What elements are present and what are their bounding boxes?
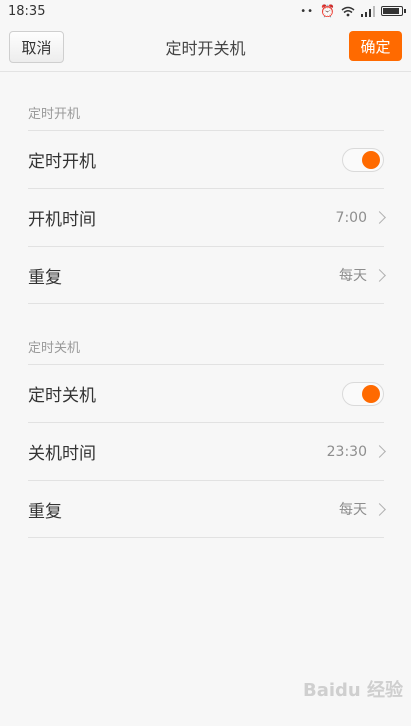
status-bar: 18:35 •• ⏰ <box>0 0 411 22</box>
toggle-knob <box>362 384 380 403</box>
section-header-power-on: 定时开机 <box>28 107 81 122</box>
chevron-right-icon <box>373 502 386 516</box>
page-title: 定时开关机 <box>165 38 246 58</box>
wifi-icon <box>341 6 355 16</box>
watermark-logo: Baidu 经验 <box>302 680 403 701</box>
row-value-group: 每天 <box>339 499 386 519</box>
row-value-group: 23:30 <box>326 443 386 460</box>
row-label: 定时关机 <box>28 386 96 406</box>
header-bar: 取消 定时开关机 确定 <box>0 22 411 72</box>
row-power-on-repeat[interactable]: 重复 每天 <box>28 246 386 304</box>
power-off-time-value: 23:30 <box>326 443 367 460</box>
row-label: 重复 <box>28 267 62 288</box>
power-on-time-value: 7:00 <box>335 209 367 226</box>
row-power-off-repeat[interactable]: 重复 每天 <box>28 480 386 538</box>
row-power-on-toggle[interactable]: 定时开机 <box>28 130 384 188</box>
chevron-right-icon <box>373 445 386 458</box>
row-power-off-toggle[interactable]: 定时关机 <box>28 364 384 422</box>
row-label: 定时开机 <box>28 152 96 172</box>
row-power-on-time[interactable]: 开机时间 7:00 <box>28 188 386 246</box>
row-value-group: 每天 <box>339 265 386 285</box>
power-off-repeat-value: 每天 <box>339 502 367 518</box>
signal-icon <box>361 5 375 17</box>
power-off-toggle[interactable] <box>342 381 384 406</box>
row-label: 关机时间 <box>28 444 96 464</box>
chevron-right-icon <box>373 211 386 224</box>
row-value-group: 7:00 <box>335 209 386 226</box>
battery-icon <box>381 6 406 16</box>
toggle-knob <box>362 150 380 169</box>
power-on-repeat-value: 每天 <box>339 268 367 284</box>
chevron-right-icon <box>373 268 386 282</box>
notification-dots: •• <box>300 5 315 17</box>
row-power-off-time[interactable]: 关机时间 23:30 <box>28 422 386 480</box>
section-header-power-off: 定时关机 <box>28 341 81 356</box>
cancel-button[interactable]: 取消 <box>9 31 64 63</box>
row-label: 开机时间 <box>28 210 96 230</box>
confirm-button[interactable]: 确定 <box>349 31 402 61</box>
row-label: 重复 <box>28 501 62 522</box>
alarm-clock-icon: ⏰ <box>320 4 335 18</box>
status-icons: •• ⏰ <box>300 4 406 18</box>
power-on-toggle[interactable] <box>342 147 384 172</box>
status-time: 18:35 <box>8 3 46 19</box>
